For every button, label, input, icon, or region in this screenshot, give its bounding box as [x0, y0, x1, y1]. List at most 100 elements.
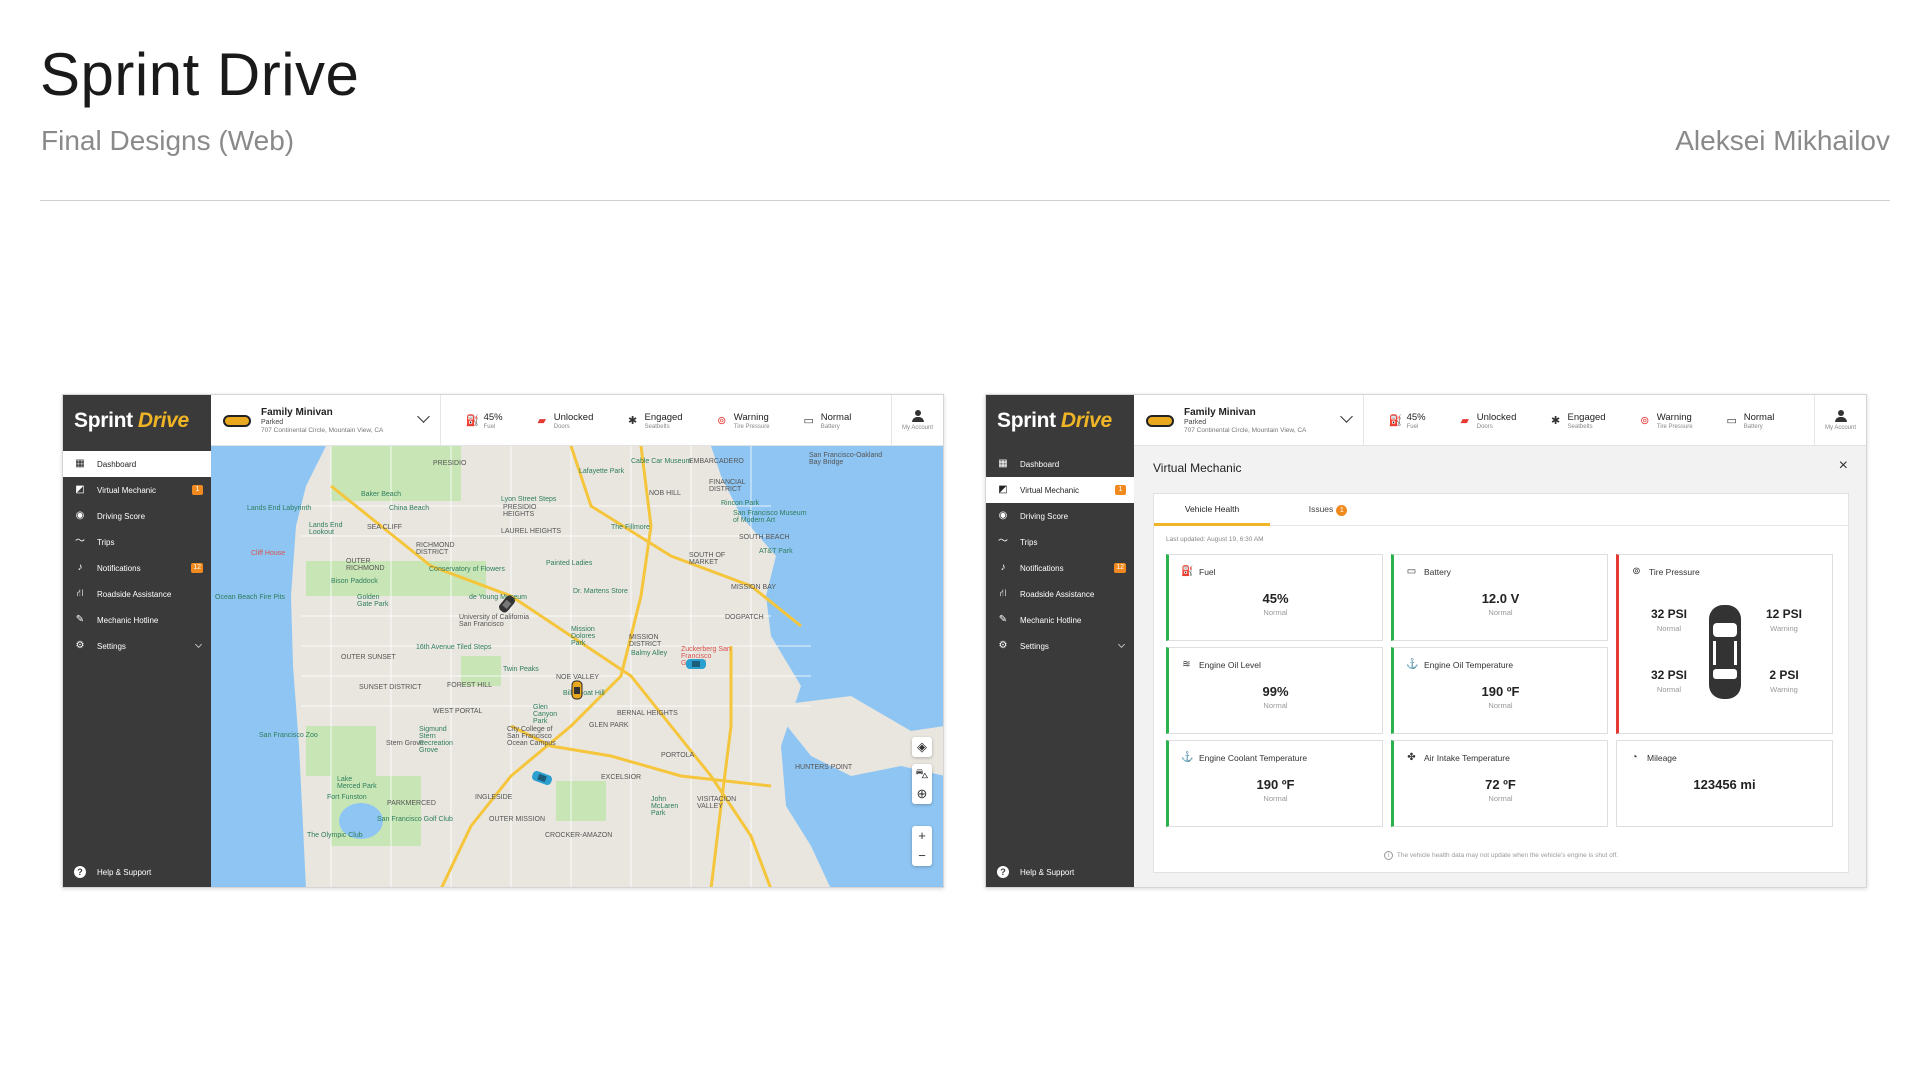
sidebar-item-label: Mechanic Hotline	[97, 615, 159, 625]
zoom-out-icon[interactable]: −	[912, 846, 932, 866]
chevron-down-icon	[417, 410, 430, 423]
car-icon	[223, 414, 251, 427]
vehicle-selector[interactable]: Family Minivan Parked 707 Continental Ci…	[1134, 395, 1364, 446]
sidebar-item-notifications[interactable]: ♪ Notifications 12	[986, 555, 1134, 581]
note-text: The vehicle health data may not update w…	[1396, 852, 1619, 859]
sidebar-item-roadside-assistance[interactable]: ⛙ Roadside Assistance	[63, 581, 211, 607]
tile-engine-oil-temperature[interactable]: ⚓ Engine Oil Temperature 190 ºF Normal	[1391, 647, 1608, 734]
car-icon[interactable]: ⛍	[912, 764, 932, 784]
sidebar-item-trips[interactable]: 〜 Trips	[986, 529, 1134, 555]
sidebar-item-dashboard[interactable]: ▦ Dashboard	[63, 451, 211, 477]
vehicle-name: Family Minivan	[1184, 407, 1256, 418]
help-support-link[interactable]: ? Help & Support	[997, 866, 1074, 878]
gear-icon: ⚙	[998, 640, 1008, 651]
tile-fuel[interactable]: ⛽ Fuel 45% Normal	[1166, 554, 1383, 641]
tile-engine-coolant-temperature[interactable]: ⚓ Engine Coolant Temperature 190 ºF Norma…	[1166, 740, 1383, 827]
presentation-divider	[40, 200, 1890, 201]
sidebar-item-driving-score[interactable]: ◉ Driving Score	[986, 503, 1134, 529]
map-label: Balmy Alley	[631, 650, 668, 657]
stat-label: Fuel	[1406, 423, 1419, 430]
score-icon: ◉	[998, 510, 1008, 521]
tile-mileage[interactable]: ◔ Mileage 123456 mi	[1616, 740, 1833, 827]
stat-doors[interactable]: ▰ Unlocked Doors	[536, 412, 594, 430]
map-label: China Beach	[389, 505, 430, 512]
map-label: SOUTH OF MARKET	[689, 552, 726, 566]
sidebar: ▦ Dashboard ◩ Virtual Mechanic 1 ◉ Driving S…	[63, 446, 211, 887]
map-label: AT&T Park	[759, 548, 793, 555]
sidebar-item-label: Dashboard	[97, 459, 137, 469]
map-view[interactable]: PRESIDIO Lafayette Park Cable Car Museum…	[211, 446, 943, 887]
help-label: Help & Support	[97, 867, 152, 877]
help-support-link[interactable]: ? Help & Support	[74, 866, 151, 878]
stat-tire-pressure[interactable]: ⊚ Warning Tire Pressure	[1639, 411, 1692, 430]
sidebar-item-notifications[interactable]: ♪ Notifications 12	[63, 555, 211, 581]
tile-battery[interactable]: ▭ Battery 12.0 V Normal	[1391, 554, 1608, 641]
sidebar-item-virtual-mechanic[interactable]: ◩ Virtual Mechanic 1	[63, 477, 211, 503]
sidebar-item-label: Virtual Mechanic	[1020, 485, 1079, 495]
map-label: EXCELSIOR	[601, 774, 642, 781]
close-icon[interactable]: ×	[1839, 458, 1848, 474]
stat-doors[interactable]: ▰ Unlocked Doors	[1459, 412, 1517, 430]
tab-bar: Vehicle Health Issues 1	[1154, 494, 1848, 526]
zoom-in-icon[interactable]: +	[912, 826, 932, 846]
map-label: San Francisco Zoo	[259, 732, 318, 739]
account-button[interactable]: My Account	[891, 395, 943, 446]
brand-logo[interactable]: Sprint Drive	[986, 395, 1134, 446]
tab-issues[interactable]: Issues 1	[1270, 494, 1386, 526]
tile-value: 45%	[1262, 591, 1289, 606]
presentation-title: Sprint Drive	[40, 41, 360, 108]
account-button[interactable]: My Account	[1814, 395, 1866, 446]
trips-icon: 〜	[998, 536, 1008, 547]
stat-value: Warning	[1656, 411, 1692, 423]
tile-label: Fuel	[1199, 566, 1216, 577]
map-label: BERNAL HEIGHTS	[617, 710, 678, 717]
sidebar-item-settings[interactable]: ⚙ Settings	[63, 633, 211, 659]
sidebar-item-virtual-mechanic[interactable]: ◩ Virtual Mechanic 1	[986, 477, 1134, 503]
map-label: NOB HILL	[649, 490, 681, 497]
sidebar-item-mechanic-hotline[interactable]: ✎ Mechanic Hotline	[986, 607, 1134, 633]
status-bar: ⛽ 45% Fuel ▰ Unlocked Doors ✱ Engaged Seatbelt…	[1364, 395, 1799, 446]
vehicle-selector[interactable]: Family Minivan Parked 707 Continental Ci…	[211, 395, 441, 446]
map-label: Lyon Street Steps	[501, 496, 557, 503]
stat-seatbelts[interactable]: ✱ Engaged Seatbelts	[1550, 412, 1606, 430]
sidebar-item-driving-score[interactable]: ◉ Driving Score	[63, 503, 211, 529]
locate-icon[interactable]: ⊕	[912, 784, 932, 804]
map-label: Baker Beach	[361, 491, 402, 498]
page-title: Virtual Mechanic	[1153, 461, 1242, 475]
stat-tire-pressure[interactable]: ⊚ Warning Tire Pressure	[716, 412, 769, 430]
sidebar-item-mechanic-hotline[interactable]: ✎ Mechanic Hotline	[63, 607, 211, 633]
brand-logo[interactable]: Sprint Drive	[63, 395, 211, 446]
stat-seatbelts[interactable]: ✱ Engaged Seatbelts	[627, 412, 683, 430]
sidebar-item-dashboard[interactable]: ▦ Dashboard	[986, 451, 1134, 477]
tile-value: 190 ºF	[1256, 777, 1295, 792]
sidebar-item-trips[interactable]: 〜 Trips	[63, 529, 211, 555]
wrench-icon: ✎	[998, 614, 1008, 625]
stat-battery[interactable]: ▭ Normal Battery	[1726, 412, 1775, 430]
map-label: Billy Goat Hill	[563, 690, 605, 697]
oil-temp-icon: ⚓	[1406, 659, 1419, 670]
car-marker-icon[interactable]	[571, 680, 583, 700]
sidebar-item-settings[interactable]: ⚙ Settings	[986, 633, 1134, 659]
stat-battery[interactable]: ▭ Normal Battery	[803, 412, 852, 430]
car-marker-icon[interactable]	[685, 658, 707, 670]
map-label: Lands End Labyrinth	[247, 505, 312, 512]
map-label: San Francisco Museum of Modern Art	[733, 510, 807, 524]
map-layers-button[interactable]: ◈	[912, 737, 932, 757]
stat-value: Normal	[820, 411, 852, 423]
tire-warning-icon: ⊚	[717, 414, 727, 427]
stat-fuel[interactable]: ⛽ 45% Fuel	[1389, 412, 1426, 430]
fan-icon: ✤	[1407, 752, 1416, 763]
map-icon: ▦	[75, 458, 85, 469]
map-label: FOREST HILL	[447, 682, 492, 689]
sidebar-item-roadside-assistance[interactable]: ⛙ Roadside Assistance	[986, 581, 1134, 607]
tile-tire-pressure[interactable]: ⊚ Tire Pressure 32 PSI Normal 12 PSI Warnin…	[1616, 554, 1833, 734]
tile-air-intake-temperature[interactable]: ✤ Air Intake Temperature 72 ºF Normal	[1391, 740, 1608, 827]
tile-engine-oil-level[interactable]: ≋ Engine Oil Level 99% Normal	[1166, 647, 1383, 734]
seatbelt-icon: ✱	[1550, 414, 1561, 427]
map-label: EMBARCADERO	[689, 458, 744, 465]
map-label: OUTER SUNSET	[341, 654, 396, 661]
tile-label: Tire Pressure	[1649, 566, 1700, 577]
tab-vehicle-health[interactable]: Vehicle Health	[1154, 494, 1270, 526]
badge: 1	[1336, 505, 1348, 516]
stat-fuel[interactable]: ⛽ 45% Fuel	[466, 412, 503, 430]
